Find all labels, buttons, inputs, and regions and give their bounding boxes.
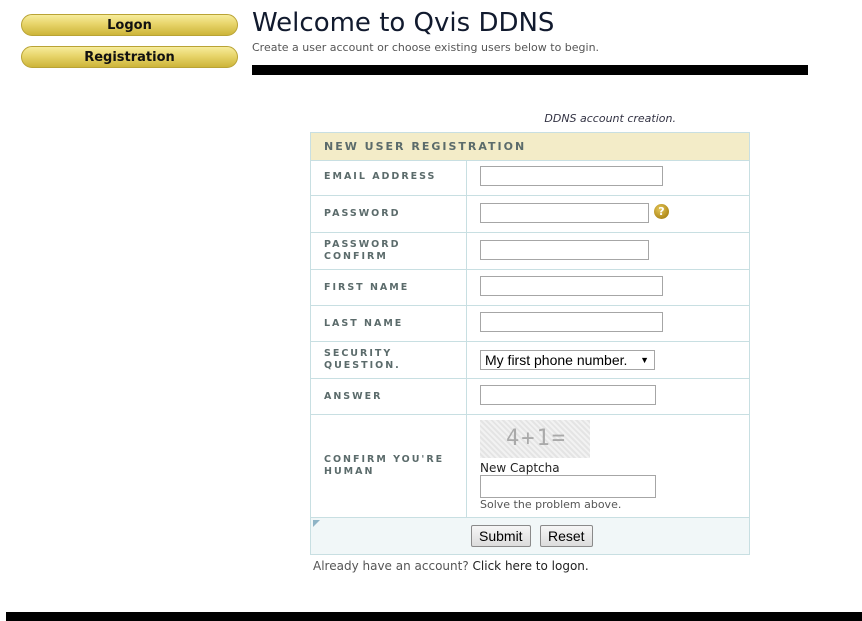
chevron-down-icon: ▼ [640, 351, 649, 369]
first-name-label: FIRST NAME [324, 282, 464, 294]
password-confirm-label: PASSWORD CONFIRM [324, 239, 464, 263]
form-header: NEW USER REGISTRATION [311, 133, 749, 161]
logon-link[interactable]: Click here to logon. [473, 559, 589, 573]
logon-prompt: Already have an account? Click here to l… [313, 559, 589, 573]
page-subtitle: Create a user account or choose existing… [252, 41, 599, 54]
corner-triangle-icon [313, 520, 320, 527]
logon-button[interactable]: Logon [21, 14, 238, 36]
first-name-label-cell: FIRST NAME [311, 270, 467, 305]
new-captcha-link[interactable]: New Captcha [480, 461, 560, 475]
password-confirm-row: PASSWORD CONFIRM [311, 233, 749, 270]
last-name-row: LAST NAME [311, 306, 749, 342]
submit-button[interactable]: Submit [471, 525, 531, 547]
captcha-row: CONFIRM YOU'RE HUMAN 4+1= New Captcha So… [311, 415, 749, 518]
password-field[interactable] [480, 203, 649, 223]
captcha-field[interactable] [480, 475, 656, 498]
password-confirm-field[interactable] [480, 240, 649, 260]
email-label: EMAIL ADDRESS [324, 171, 464, 183]
answer-label: ANSWER [324, 391, 464, 403]
logon-prompt-text: Already have an account? [313, 559, 469, 573]
answer-label-cell: ANSWER [311, 379, 467, 414]
captcha-hint: Solve the problem above. [480, 498, 621, 511]
footer-divider [6, 612, 862, 621]
password-label: PASSWORD [324, 208, 464, 220]
security-question-label-cell: SECURITY QUESTION. [311, 342, 467, 378]
form-actions: Submit Reset [311, 518, 749, 554]
form-caption: DDNS account creation. [310, 112, 676, 125]
password-confirm-label-cell: PASSWORD CONFIRM [311, 233, 467, 269]
reset-button[interactable]: Reset [540, 525, 593, 547]
last-name-label-cell: LAST NAME [311, 306, 467, 341]
header-divider [252, 65, 808, 75]
registration-form: NEW USER REGISTRATION EMAIL ADDRESS PASS… [310, 132, 750, 555]
answer-row: ANSWER [311, 379, 749, 415]
security-question-value: My first phone number. [485, 352, 627, 368]
security-question-label: SECURITY QUESTION. [324, 348, 464, 372]
answer-field[interactable] [480, 385, 656, 405]
registration-button[interactable]: Registration [21, 46, 238, 68]
form-heading: NEW USER REGISTRATION [324, 140, 526, 153]
first-name-row: FIRST NAME [311, 270, 749, 306]
page-title: Welcome to Qvis DDNS [252, 8, 554, 38]
email-label-cell: EMAIL ADDRESS [311, 160, 467, 195]
captcha-label-cell: CONFIRM YOU'RE HUMAN [311, 415, 467, 517]
security-question-select[interactable]: My first phone number. ▼ [480, 350, 655, 370]
security-question-row: SECURITY QUESTION. My first phone number… [311, 342, 749, 379]
captcha-label: CONFIRM YOU'RE HUMAN [324, 454, 464, 478]
password-row: PASSWORD ? [311, 196, 749, 233]
help-icon[interactable]: ? [654, 204, 669, 219]
email-row: EMAIL ADDRESS [311, 160, 749, 196]
first-name-field[interactable] [480, 276, 663, 296]
email-field[interactable] [480, 166, 663, 186]
password-label-cell: PASSWORD [311, 196, 467, 232]
last-name-label: LAST NAME [324, 318, 464, 330]
last-name-field[interactable] [480, 312, 663, 332]
captcha-image: 4+1= [480, 420, 590, 458]
